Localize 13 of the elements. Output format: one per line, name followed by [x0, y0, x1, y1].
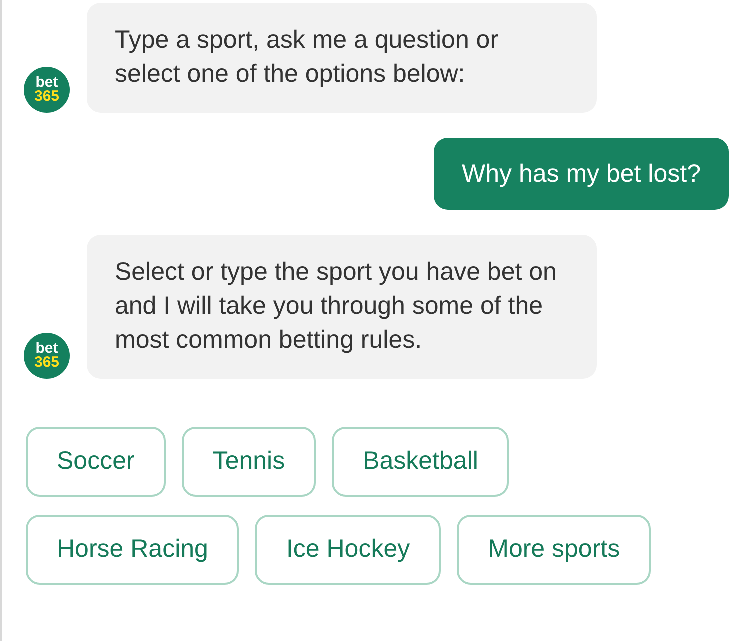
option-button[interactable]: Soccer	[26, 427, 166, 497]
option-button[interactable]: Ice Hockey	[255, 515, 442, 585]
option-button[interactable]: Tennis	[182, 427, 316, 497]
logo-number: 365	[34, 90, 60, 104]
logo-text: bet	[36, 76, 58, 90]
bot-message: Select or type the sport you have bet on and I will take you through some of the most common betting rules.	[87, 235, 597, 379]
logo-text: bet	[36, 342, 58, 356]
user-message: Why has my bet lost?	[434, 138, 729, 210]
option-button[interactable]: Horse Racing	[26, 515, 240, 585]
option-button[interactable]: More sports	[457, 515, 652, 585]
option-button[interactable]: Basketball	[332, 427, 510, 497]
logo-number: 365	[34, 356, 60, 370]
bot-message: Type a sport, ask me a question or select one of the options below:	[87, 3, 597, 113]
